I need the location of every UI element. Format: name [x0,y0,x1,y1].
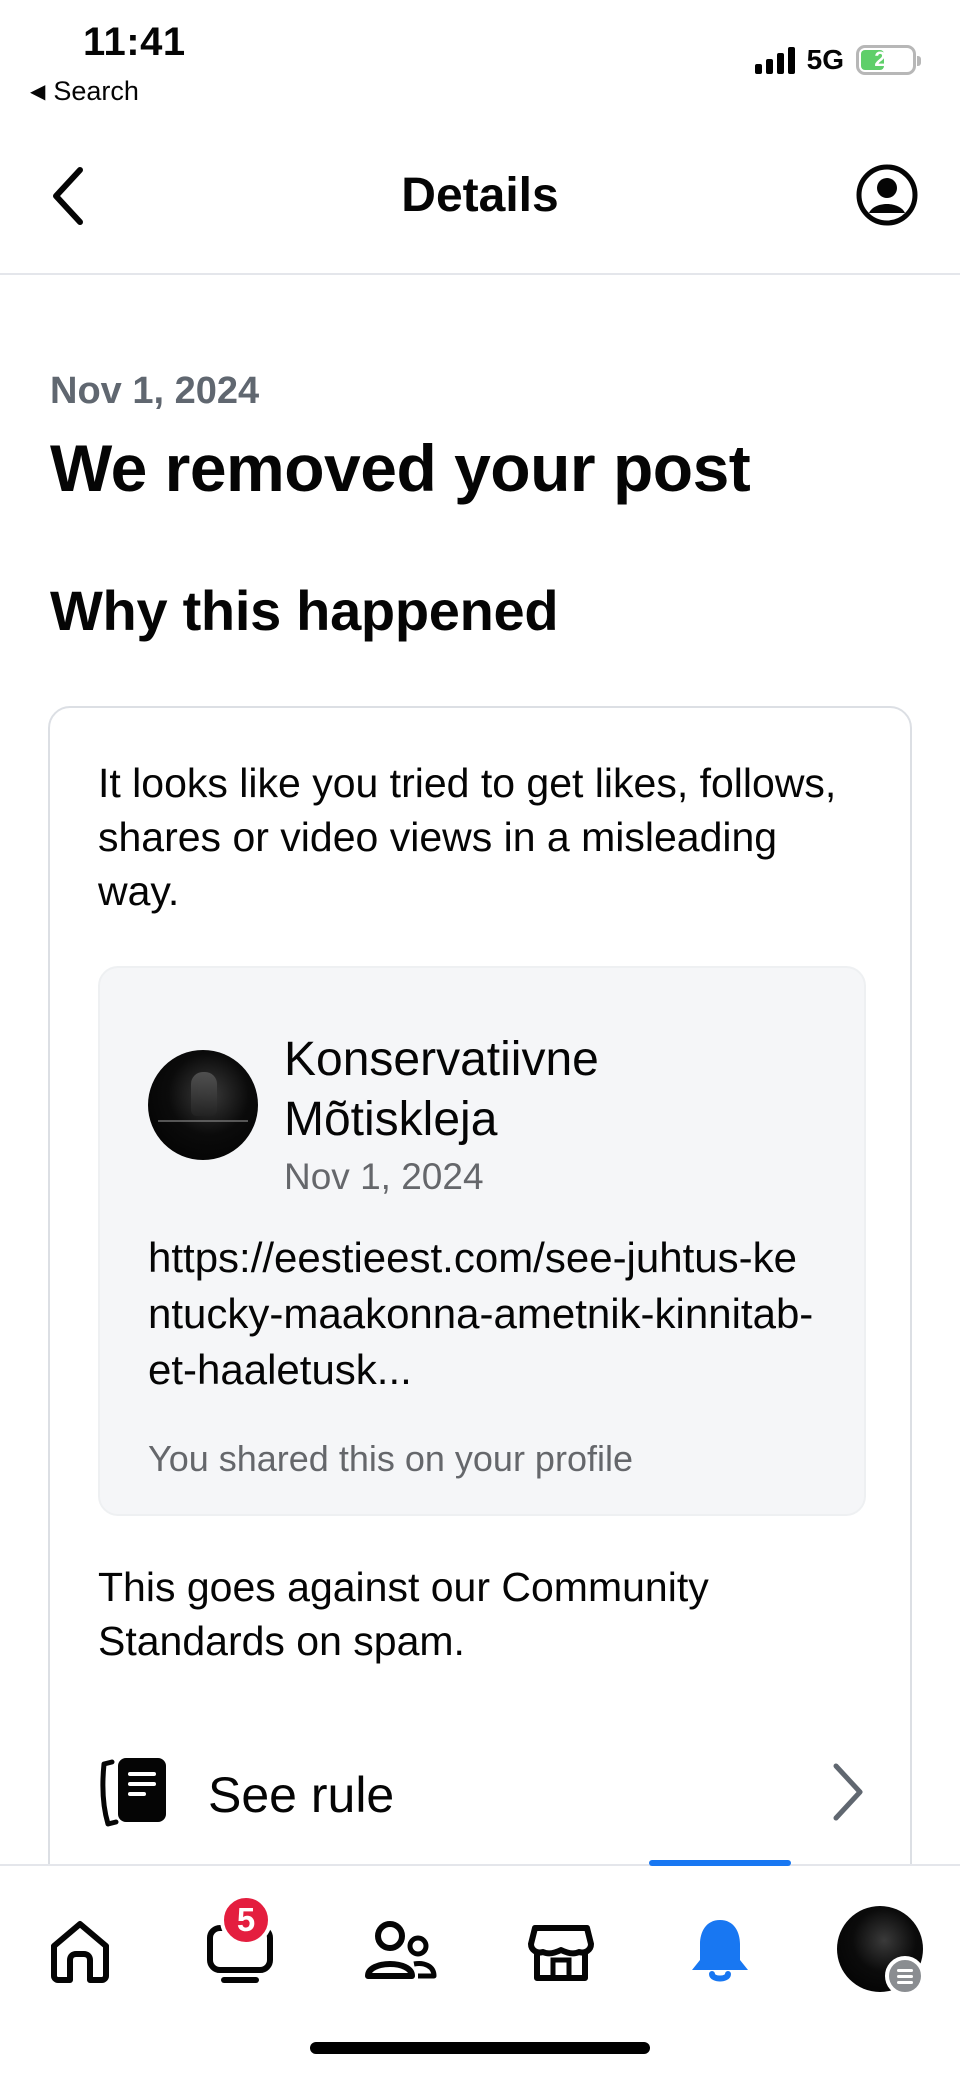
shared-note: You shared this on your profile [148,1438,633,1479]
removed-post-preview[interactable]: Konservatiivne Mõtiskleja Nov 1, 2024 ht… [98,966,866,1516]
status-time: 11:41 [83,20,186,64]
battery-level: 21 [874,48,898,71]
cellular-signal-icon [754,46,795,74]
page-title: Details [401,169,559,222]
account-icon[interactable] [856,164,918,226]
explanation-card: It looks like you tried to get likes, fo… [48,706,912,1906]
back-to-app-link[interactable]: ◀ Search [30,76,139,107]
back-triangle-icon: ◀ [30,81,46,103]
back-app-label: Search [53,76,139,106]
marketplace-icon [528,1925,594,1981]
friends-icon [365,1921,437,1979]
bell-icon [692,1920,748,1982]
navigation-header: Details [0,130,960,275]
removal-reason: It looks like you tried to get likes, fo… [98,760,837,914]
policy-statement: This goes against our Community Standard… [98,1564,709,1664]
tab-home[interactable] [40,1910,120,1990]
post-link-text: https://eestieest.com/see-juhtus-kentuck… [148,1234,814,1393]
tab-notifications[interactable] [680,1910,760,1990]
see-rule-label: See rule [208,1767,395,1823]
chevron-right-icon [833,1763,863,1821]
tab-friends[interactable] [360,1910,440,1990]
section-heading: Why this happened [50,579,559,642]
battery-icon: 21 [856,45,921,75]
video-badge: 5 [220,1894,272,1946]
removal-date: Nov 1, 2024 [50,370,260,412]
post-author-name: Konservatiivne Mõtiskleja [284,1033,599,1146]
active-tab-indicator [649,1860,791,1866]
menu-icon[interactable] [885,1956,925,1996]
see-rule-button[interactable]: See rule [98,1748,868,1838]
status-bar: 11:41 ◀ Search 5G 21 [0,0,960,120]
network-type: 5G [806,44,844,75]
home-icon [51,1921,109,1983]
tab-marketplace[interactable] [521,1910,601,1990]
author-avatar [148,1050,258,1160]
home-indicator[interactable] [310,2042,650,2054]
page-headline: We removed your post [50,431,751,505]
status-indicators: 5G 21 [754,44,921,76]
post-date: Nov 1, 2024 [284,1156,484,1197]
rulebook-icon [100,1758,166,1827]
